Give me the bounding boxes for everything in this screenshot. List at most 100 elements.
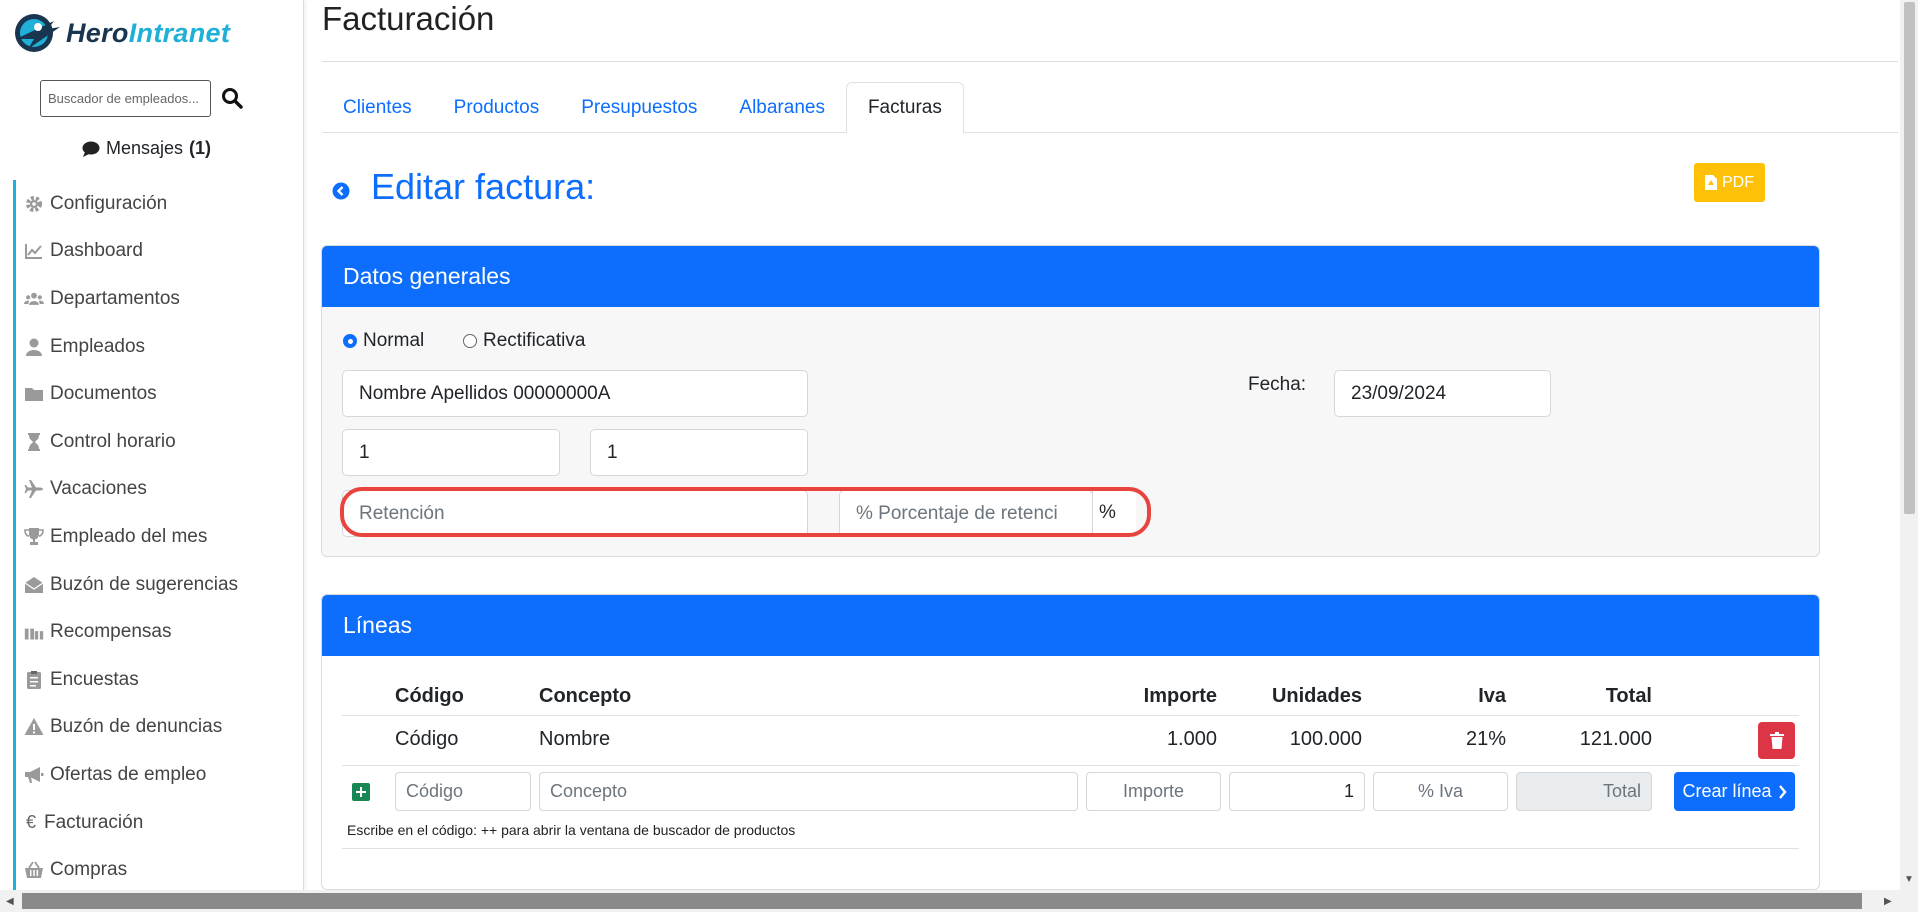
lines-table-body: Código Concepto Importe Unidades Iva Tot… — [342, 674, 1799, 874]
search-icon[interactable] — [220, 86, 244, 110]
sidebar-item-label: Buzón de denuncias — [50, 716, 223, 738]
sidebar-item-label: Compras — [50, 859, 128, 881]
number-field-a[interactable]: 1 — [342, 429, 560, 476]
radio-normal[interactable]: Normal — [343, 330, 424, 352]
scroll-left-arrow-icon[interactable]: ◀ — [6, 896, 14, 907]
create-line-button[interactable]: Crear línea — [1674, 772, 1795, 811]
comment-icon — [82, 141, 100, 157]
tab-clientes[interactable]: Clientes — [322, 82, 433, 133]
plane-icon — [24, 479, 44, 499]
new-importe-input[interactable]: Importe — [1086, 772, 1221, 811]
percent-addon: % — [1092, 490, 1136, 536]
new-codigo-input[interactable]: Código — [395, 772, 531, 811]
new-iva-input[interactable]: % Iva — [1373, 772, 1508, 811]
pdf-button-label: PDF — [1722, 173, 1754, 191]
tab-productos[interactable]: Productos — [433, 82, 561, 133]
sidebar-item-buzon-denuncias[interactable]: Buzón de denuncias — [13, 703, 304, 752]
sidebar-item-label: Empleado del mes — [50, 525, 208, 547]
new-unidades-input[interactable]: 1 — [1229, 772, 1365, 811]
brand-name: HeroIntranet — [66, 18, 230, 49]
sidebar-item-label: Documentos — [50, 383, 157, 405]
sidebar-item-label: Recompensas — [50, 621, 172, 643]
add-line-icon[interactable] — [352, 783, 370, 801]
header-total: Total — [1605, 685, 1652, 707]
horizontal-scroll-thumb[interactable] — [22, 893, 1862, 909]
trash-icon — [1769, 732, 1784, 749]
trophy-icon — [24, 527, 44, 547]
hourglass-icon — [24, 432, 44, 452]
sidebar-item-label: Vacaciones — [50, 478, 147, 500]
sidebar: HeroIntranet Buscador de empleados... Me… — [0, 0, 304, 894]
sidebar-item-empleado-del-mes[interactable]: Empleado del mes — [13, 513, 304, 561]
page-title: Facturación — [322, 0, 495, 37]
hint-divider — [342, 848, 1799, 849]
vertical-scroll-thumb[interactable] — [1904, 2, 1915, 514]
chart-line-icon — [24, 241, 44, 261]
sidebar-item-recompensas[interactable]: Recompensas — [13, 608, 304, 656]
messages-link[interactable]: Mensajes (1) — [82, 138, 211, 159]
sidebar-item-buzon-sugerencias[interactable]: Buzón de sugerencias — [13, 560, 304, 609]
radio-normal-circle[interactable] — [343, 334, 357, 348]
general-data-header: Datos generales — [322, 246, 1819, 307]
number-field-b[interactable]: 1 — [590, 429, 808, 476]
client-select[interactable]: Nombre Apellidos 00000000A — [342, 370, 808, 417]
sidebar-item-dashboard[interactable]: Dashboard — [13, 227, 304, 276]
sidebar-item-compras[interactable]: Compras — [13, 846, 304, 894]
sidebar-item-control-horario[interactable]: Control horario — [13, 417, 304, 466]
sidebar-item-ofertas-empleo[interactable]: Ofertas de empleo — [13, 751, 304, 799]
gear-icon — [24, 194, 44, 214]
sidebar-item-label: Buzón de sugerencias — [50, 573, 239, 595]
sidebar-item-label: Departamentos — [50, 287, 180, 309]
tab-albaranes[interactable]: Albaranes — [718, 82, 846, 133]
new-line-row: Código Concepto Importe 1 % Iva Total Cr… — [342, 770, 1799, 814]
radio-rectificativa-circle[interactable] — [463, 334, 477, 348]
back-icon[interactable] — [332, 182, 350, 200]
file-pdf-icon — [1705, 175, 1717, 190]
hero-logo-icon — [15, 14, 60, 52]
sidebar-item-label: Encuestas — [50, 668, 139, 690]
bullhorn-icon — [24, 765, 44, 785]
fecha-label: Fecha: — [1248, 374, 1307, 395]
brand-name-part1: Hero — [66, 17, 129, 48]
row-total: 121.000 — [1579, 728, 1652, 750]
sidebar-item-encuestas[interactable]: Encuestas — [13, 655, 304, 704]
tab-presupuestos[interactable]: Presupuestos — [560, 82, 718, 133]
retencion-input[interactable]: Retención — [342, 490, 808, 537]
clipboard-icon — [24, 670, 44, 690]
table-row: Código Nombre 1.000 100.000 21% 121.000 — [342, 716, 1799, 766]
new-total-input: Total — [1516, 772, 1652, 811]
sidebar-item-facturacion[interactable]: € Facturación — [13, 798, 304, 847]
sidebar-item-configuracion[interactable]: Configuración — [13, 180, 304, 228]
delete-line-button[interactable] — [1758, 722, 1795, 759]
sidebar-item-documentos[interactable]: Documentos — [13, 370, 304, 418]
create-line-label: Crear línea — [1682, 781, 1772, 801]
logo[interactable]: HeroIntranet — [8, 8, 230, 58]
sidebar-item-label: Facturación — [44, 811, 144, 833]
radio-rectificativa-label: Rectificativa — [483, 330, 586, 351]
porcentaje-retencion-input[interactable]: % Porcentaje de retenci — [839, 490, 1093, 537]
sidebar-item-vacaciones[interactable]: Vacaciones — [13, 465, 304, 514]
sidebar-item-departamentos[interactable]: Departamentos — [13, 275, 304, 323]
codigo-hint-text: Escribe en el código: ++ para abrir la v… — [347, 822, 796, 838]
sidebar-item-label: Dashboard — [50, 240, 143, 262]
employee-search-input[interactable]: Buscador de empleados... — [40, 80, 211, 117]
fecha-input[interactable]: 23/09/2024 — [1334, 370, 1551, 417]
new-concepto-input[interactable]: Concepto — [539, 772, 1078, 811]
scroll-down-arrow-icon[interactable]: ▼ — [1904, 874, 1914, 885]
messages-count: (1) — [189, 138, 212, 158]
warning-icon — [24, 717, 44, 737]
sidebar-item-label: Empleados — [50, 335, 146, 357]
sidebar-item-label: Ofertas de empleo — [50, 763, 207, 785]
envelope-open-icon — [24, 575, 44, 595]
brand-name-part2: Intranet — [128, 17, 231, 48]
sidebar-item-empleados[interactable]: Empleados — [13, 322, 304, 371]
radio-rectificativa[interactable]: Rectificativa — [463, 330, 585, 352]
scroll-right-arrow-icon[interactable]: ▶ — [1884, 896, 1892, 907]
radio-normal-label: Normal — [363, 330, 425, 351]
user-icon — [24, 337, 44, 357]
basket-icon — [24, 860, 44, 880]
euro-icon: € — [25, 812, 36, 833]
pdf-button[interactable]: PDF — [1694, 163, 1765, 202]
gifts-icon — [24, 622, 44, 642]
tab-facturas[interactable]: Facturas — [845, 82, 964, 134]
